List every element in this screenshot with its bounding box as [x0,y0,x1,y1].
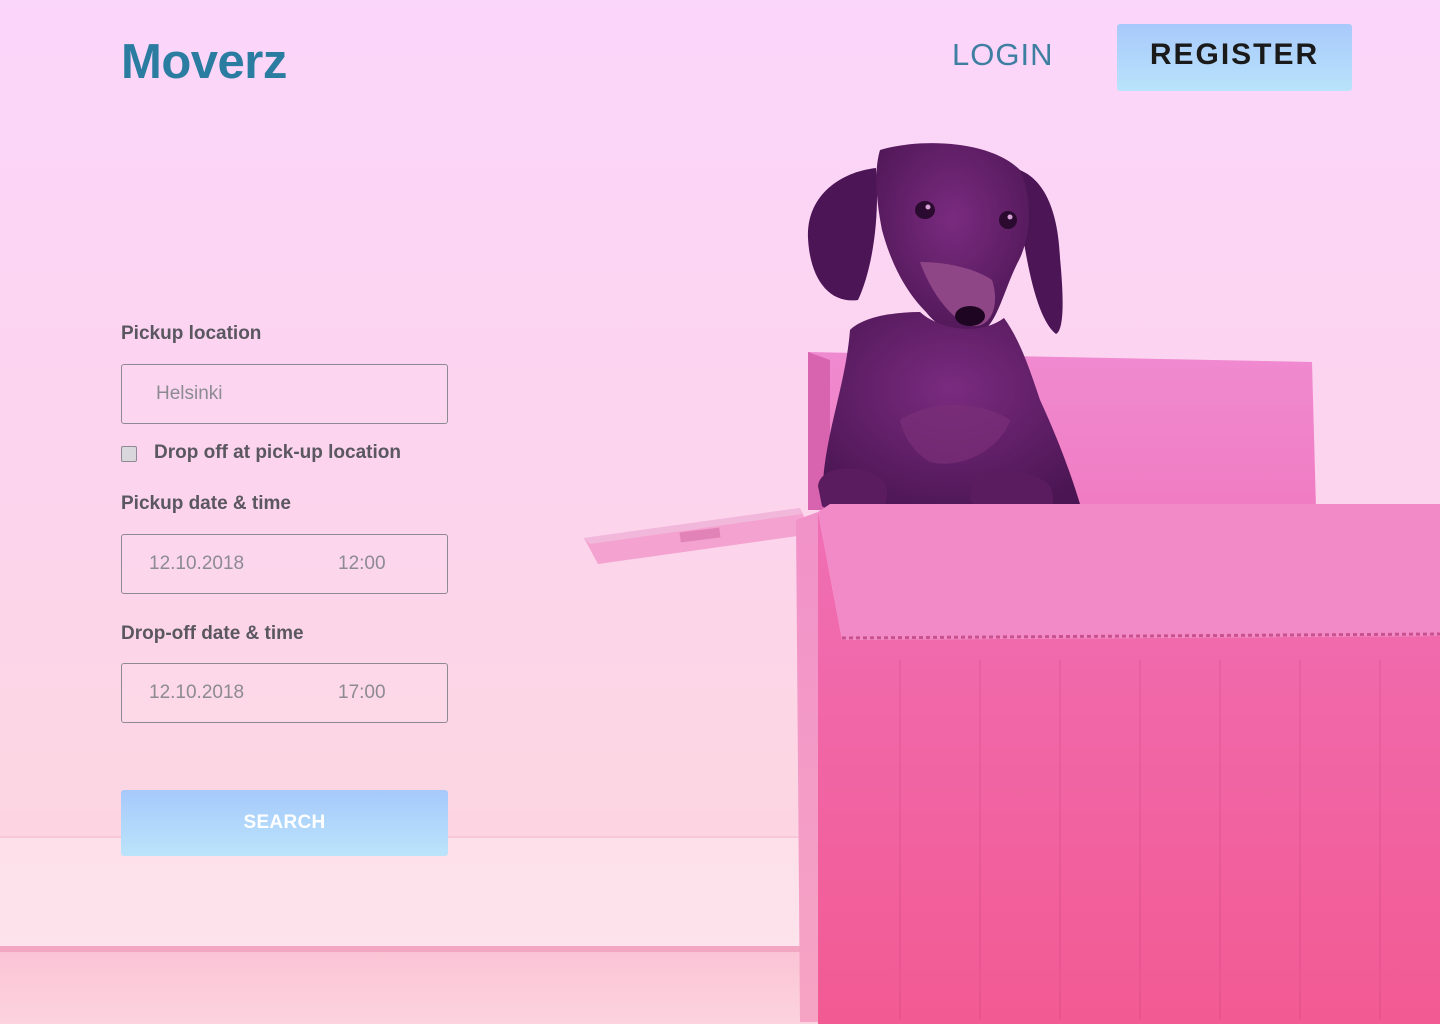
dropoff-date-value[interactable]: 12.10.2018 [149,681,244,705]
pickup-location-input[interactable]: Helsinki [121,364,448,424]
pickup-datetime-label: Pickup date & time [121,493,291,514]
login-link[interactable]: LOGIN [952,36,1053,74]
pickup-time-value[interactable]: 12:00 [338,552,386,576]
dropoff-datetime-input[interactable]: 12.10.2018 17:00 [121,663,448,723]
pickup-date-value[interactable]: 12.10.2018 [149,552,244,576]
drop-off-same-label[interactable]: Drop off at pick-up location [154,441,401,465]
hero-dog-in-box-image [584,143,1440,1024]
drop-off-same-checkbox[interactable] [121,446,137,462]
search-button[interactable]: SEARCH [121,790,448,856]
logo[interactable]: Moverz [121,34,287,90]
register-button[interactable]: REGISTER [1117,24,1352,91]
pickup-location-label: Pickup location [121,323,262,344]
dropoff-time-value[interactable]: 17:00 [338,681,386,705]
pickup-location-value: Helsinki [156,383,223,404]
page: Moverz LOGIN REGISTER Pickup location He… [0,0,1440,1024]
pickup-datetime-input[interactable]: 12.10.2018 12:00 [121,534,448,594]
dropoff-datetime-label: Drop-off date & time [121,623,304,644]
